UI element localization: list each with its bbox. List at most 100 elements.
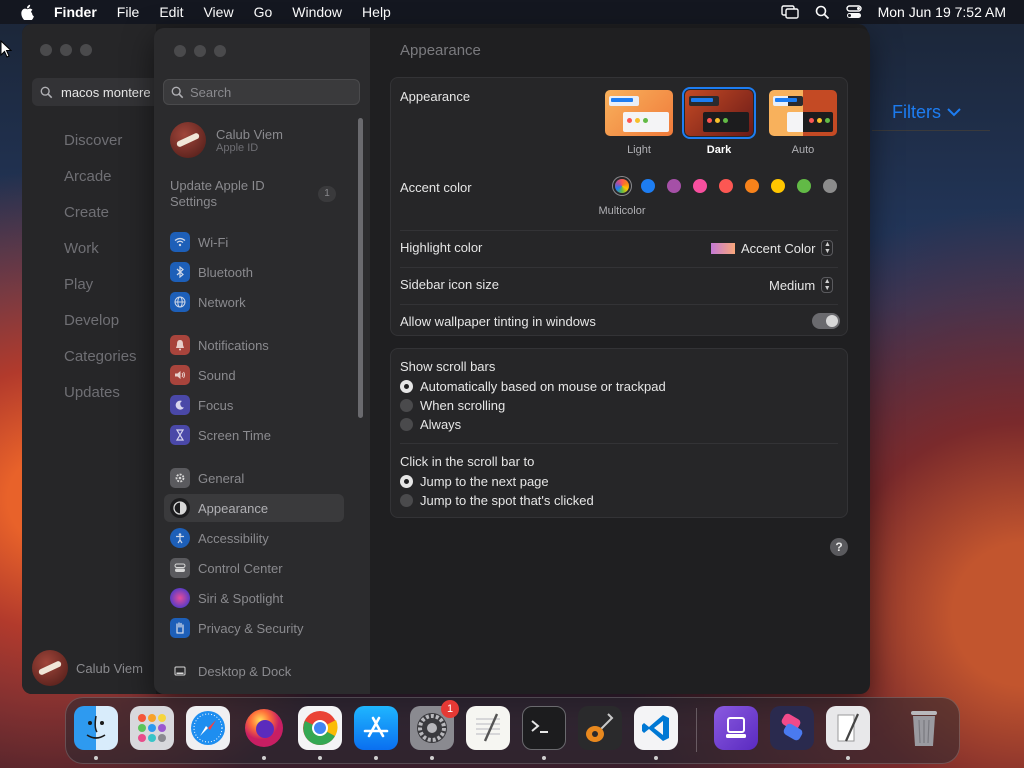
dock-finder-icon[interactable] xyxy=(74,706,118,750)
nav-create[interactable]: Create xyxy=(64,204,109,221)
sidebar-icon-size-popup[interactable]: Medium ▲ ▼ xyxy=(769,277,834,293)
nav-discover[interactable]: Discover xyxy=(64,132,122,149)
window-zoom-button[interactable] xyxy=(214,45,226,57)
nav-categories[interactable]: Categories xyxy=(64,348,137,365)
menu-file[interactable]: File xyxy=(117,4,140,20)
highlight-color-popup[interactable]: Accent Color ▲ ▼ xyxy=(711,240,834,256)
click-scroll-next-page-radio[interactable]: Jump to the next page xyxy=(400,474,549,489)
sidebar-item-appearance[interactable]: Appearance xyxy=(164,494,344,522)
menu-window[interactable]: Window xyxy=(292,4,342,20)
divider xyxy=(400,230,838,231)
accent-yellow-swatch[interactable] xyxy=(771,179,785,193)
dock-shortcuts-icon[interactable] xyxy=(770,706,814,750)
sidebar-item-bluetooth[interactable]: Bluetooth xyxy=(164,258,344,286)
window-minimize-button[interactable] xyxy=(60,44,72,56)
accent-orange-swatch[interactable] xyxy=(745,179,759,193)
sidebar-item-focus[interactable]: Focus xyxy=(164,391,344,419)
menu-go[interactable]: Go xyxy=(254,4,273,20)
bluetooth-icon xyxy=(170,262,190,282)
dock-vscode-icon[interactable] xyxy=(634,706,678,750)
dock-app-store-icon[interactable] xyxy=(354,706,398,750)
dock-terminal-icon[interactable] xyxy=(522,706,566,750)
nav-develop[interactable]: Develop xyxy=(64,312,119,329)
sidebar-item-screen-time[interactable]: Screen Time xyxy=(164,421,344,449)
sidebar-item-siri-spotlight[interactable]: Siri & Spotlight xyxy=(164,584,344,612)
nav-play[interactable]: Play xyxy=(64,276,93,293)
radio-dot xyxy=(400,475,413,488)
radio-dot xyxy=(400,399,413,412)
appearance-auto-option[interactable] xyxy=(769,90,837,136)
sidebar-item-label: Appearance xyxy=(198,500,269,516)
accent-red-swatch[interactable] xyxy=(719,179,733,193)
apple-id-profile[interactable]: Calub Viem Apple ID xyxy=(170,122,283,158)
sidebar-item-label: Privacy & Security xyxy=(198,620,304,636)
appearance-icon xyxy=(170,498,190,518)
sidebar-item-control-center[interactable]: Control Center xyxy=(164,554,344,582)
nav-updates[interactable]: Updates xyxy=(64,384,120,401)
dock-textedit-icon[interactable] xyxy=(466,706,510,750)
dock-separator xyxy=(696,708,697,752)
accent-purple-swatch[interactable] xyxy=(667,179,681,193)
dock-launchpad-icon[interactable] xyxy=(130,706,174,750)
window-close-button[interactable] xyxy=(174,45,186,57)
app-store-search-field[interactable]: macos montere xyxy=(32,78,162,106)
sidebar-item-label: General xyxy=(198,470,245,486)
scroll-bars-automatic-radio[interactable]: Automatically based on mouse or trackpad xyxy=(400,379,666,394)
menu-edit[interactable]: Edit xyxy=(159,4,183,20)
sidebar-item-label: Accessibility xyxy=(198,530,269,546)
appearance-light-option[interactable] xyxy=(605,90,673,136)
window-zoom-button[interactable] xyxy=(80,44,92,56)
menu-app-name[interactable]: Finder xyxy=(54,4,97,20)
sidebar-item-desktop-dock[interactable]: Desktop & Dock xyxy=(164,657,344,685)
highlight-color-label: Highlight color xyxy=(400,240,483,255)
sidebar-item-wifi[interactable]: Wi-Fi xyxy=(164,228,344,256)
accent-pink-swatch[interactable] xyxy=(693,179,707,193)
update-line-2: Settings xyxy=(170,194,217,209)
dock-chrome-icon[interactable] xyxy=(298,706,342,750)
dock-garageband-icon[interactable] xyxy=(578,706,622,750)
accent-multicolor-swatch[interactable] xyxy=(615,179,629,193)
app-store-search-text: macos montere xyxy=(61,84,151,100)
apple-logo-icon[interactable] xyxy=(20,4,36,20)
sidebar-item-sound[interactable]: Sound xyxy=(164,361,344,389)
settings-search-input[interactable]: Search xyxy=(163,79,360,105)
click-scroll-spot-radio[interactable]: Jump to the spot that's clicked xyxy=(400,493,594,508)
wallpaper-tinting-toggle[interactable] xyxy=(812,313,840,329)
dock-script-editor-icon[interactable] xyxy=(826,706,870,750)
menu-clock[interactable]: Mon Jun 19 7:52 AM xyxy=(878,4,1006,20)
sidebar-item-general[interactable]: General xyxy=(164,464,344,492)
scroll-bars-always-radio[interactable]: Always xyxy=(400,417,461,432)
control-center-icon[interactable] xyxy=(845,5,862,19)
app-store-account[interactable]: Calub Viem xyxy=(32,650,143,686)
menu-view[interactable]: View xyxy=(203,4,233,20)
scroll-bars-when-scrolling-radio[interactable]: When scrolling xyxy=(400,398,505,413)
bell-icon xyxy=(170,335,190,355)
accent-green-swatch[interactable] xyxy=(797,179,811,193)
accent-graphite-swatch[interactable] xyxy=(823,179,837,193)
menu-help[interactable]: Help xyxy=(362,4,391,20)
window-close-button[interactable] xyxy=(40,44,52,56)
sidebar-scrollbar[interactable] xyxy=(358,118,363,418)
sidebar-item-notifications[interactable]: Notifications xyxy=(164,331,344,359)
dock-configurator-icon[interactable] xyxy=(714,706,758,750)
sidebar-item-network[interactable]: Network xyxy=(164,288,344,316)
sidebar-item-accessibility[interactable]: Accessibility xyxy=(164,524,344,552)
dock-trash-icon[interactable] xyxy=(902,706,946,750)
appearance-dark-option[interactable] xyxy=(682,87,756,139)
window-minimize-button[interactable] xyxy=(194,45,206,57)
nav-arcade[interactable]: Arcade xyxy=(64,168,112,185)
nav-work[interactable]: Work xyxy=(64,240,99,257)
filters-button[interactable]: Filters xyxy=(892,102,961,123)
radio-label: Always xyxy=(420,417,462,432)
screen-mirroring-icon[interactable] xyxy=(780,5,799,19)
dock-safari-icon[interactable] xyxy=(186,706,230,750)
accent-blue-swatch[interactable] xyxy=(641,179,655,193)
spotlight-search-icon[interactable] xyxy=(815,5,830,20)
help-button[interactable]: ? xyxy=(830,538,848,556)
sidebar-item-privacy-security[interactable]: Privacy & Security xyxy=(164,614,344,642)
dock-firefox-icon[interactable] xyxy=(242,706,286,750)
moon-icon xyxy=(170,395,190,415)
running-indicator xyxy=(542,756,546,760)
update-apple-id-settings[interactable]: Update Apple ID Settings xyxy=(170,178,265,210)
profile-subtitle: Apple ID xyxy=(216,141,259,154)
